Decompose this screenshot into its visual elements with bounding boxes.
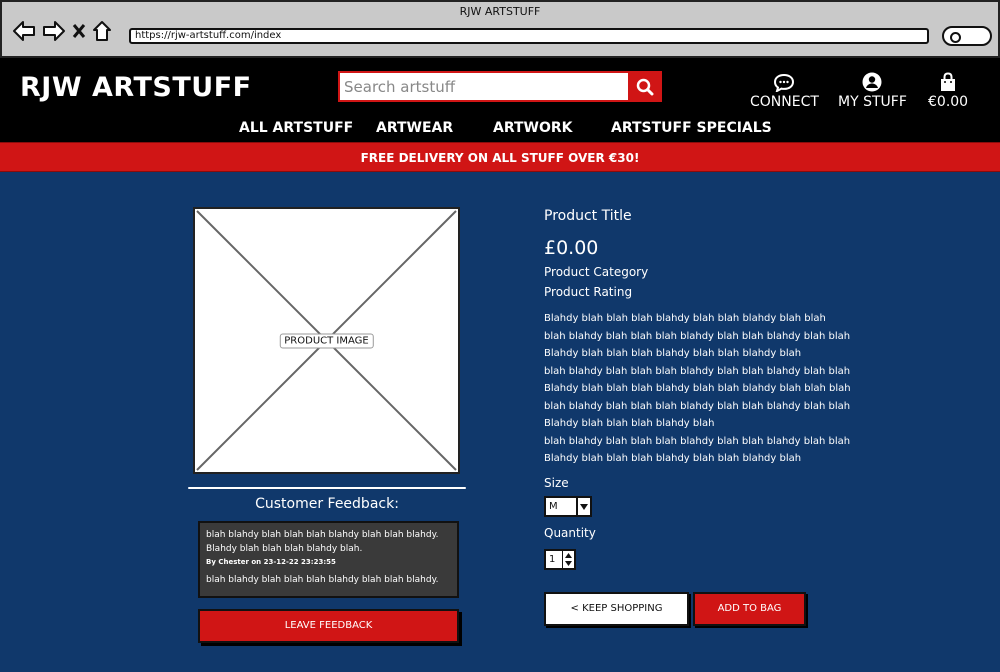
size-select[interactable]: M	[544, 496, 592, 517]
add-to-bag-button[interactable]: ADD TO BAG	[693, 592, 806, 626]
description-line: Blahdy blah blah blah blahdy blah blah b…	[544, 313, 826, 324]
search-icon	[636, 78, 654, 95]
search-input[interactable]	[344, 76, 624, 98]
site-logo[interactable]: RJW ARTSTUFF	[20, 72, 252, 103]
description-line: Blahdy blah blah blah blahdy blah blah b…	[544, 383, 851, 394]
description-line: blah blahdy blah blah blah blahdy blah b…	[544, 330, 851, 342]
quantity-label: Quantity	[544, 526, 596, 540]
nav-item-artwork[interactable]: ARTWORK	[493, 120, 573, 136]
chat-bubble-icon	[774, 74, 795, 92]
delivery-banner: FREE DELIVERY ON ALL STUFF OVER €30!	[0, 142, 1000, 172]
quantity-value: 1	[549, 554, 556, 565]
close-icon[interactable]	[72, 21, 86, 41]
nav-item-all-artstuff[interactable]: ALL ARTSTUFF	[239, 120, 353, 136]
bag-link[interactable]: €0.00	[928, 72, 968, 110]
address-bar[interactable]: https://rjw-artstuff.com/index	[129, 28, 929, 44]
bag-total: €0.00	[928, 94, 969, 110]
search-button[interactable]	[628, 71, 662, 102]
user-icon	[862, 72, 882, 92]
nav-item-artstuff-specials[interactable]: ARTSTUFF SPECIALS	[611, 120, 772, 136]
back-arrow-icon[interactable]	[12, 19, 36, 43]
description-line: Blahdy blah blah blah blahdy blah	[544, 418, 715, 429]
browser-nav-buttons	[12, 19, 112, 43]
stepper-arrows-icon[interactable]	[562, 551, 574, 568]
description-line: blah blahdy blah blah blah blahdy blah b…	[544, 365, 851, 377]
connect-link[interactable]: CONNECT	[750, 72, 819, 110]
description-line: blah blahdy blah blah blah blahdy blah b…	[544, 400, 851, 412]
product-title: Product Title	[544, 208, 632, 224]
description-line: blah blahdy blah blah blah blahdy blah b…	[544, 435, 851, 447]
feedback-text: blah blahdy blah blah blah blahdy blah b…	[206, 575, 439, 585]
product-image: PRODUCT IMAGE	[193, 207, 460, 474]
product-category: Product Category	[544, 265, 649, 279]
nav-item-artwear[interactable]: ARTWEAR	[376, 120, 453, 136]
my-stuff-link[interactable]: MY STUFF	[838, 72, 907, 110]
keep-shopping-button[interactable]: < KEEP SHOPPING	[544, 592, 689, 626]
main-nav: ALL ARTSTUFF ARTWEAR ARTWORK ARTSTUFF SP…	[0, 120, 1000, 140]
quantity-stepper[interactable]: 1	[544, 549, 576, 570]
leave-feedback-button[interactable]: LEAVE FEEDBACK	[198, 609, 459, 643]
product-rating: Product Rating	[544, 285, 633, 299]
description-line: Blahdy blah blah blah blahdy blah blah b…	[544, 348, 802, 359]
my-stuff-label: MY STUFF	[838, 94, 907, 110]
size-label: Size	[544, 476, 569, 490]
connect-label: CONNECT	[750, 94, 819, 110]
size-value: M	[549, 501, 558, 512]
window-title: RJW ARTSTUFF	[459, 5, 541, 18]
feedback-text: Blahdy blah blah blah blahdy blah.	[206, 544, 363, 554]
shopping-bag-icon	[941, 72, 956, 91]
home-icon[interactable]	[92, 20, 112, 42]
search-bar	[338, 71, 662, 102]
browser-search-icon[interactable]	[942, 26, 992, 46]
chevron-down-icon[interactable]	[576, 498, 590, 515]
feedback-divider	[188, 487, 466, 489]
feedback-title: Customer Feedback:	[255, 496, 399, 512]
feedback-byline: By Chester on 23-12-22 23:23:55	[206, 558, 336, 566]
browser-chrome: RJW ARTSTUFF https://rjw-artstuff.com/in…	[0, 0, 1000, 58]
product-image-label: PRODUCT IMAGE	[279, 333, 374, 348]
forward-arrow-icon[interactable]	[42, 19, 66, 43]
feedback-text: blah blahdy blah blah blah blahdy blah b…	[206, 530, 439, 540]
feedback-box: blah blahdy blah blah blah blahdy blah b…	[198, 521, 459, 598]
product-price: £0.00	[544, 237, 599, 259]
site-header: RJW ARTSTUFF CONNECT MY STUFF €0.00 ALL …	[0, 58, 1000, 142]
description-line: Blahdy blah blah blah blahdy blah blah b…	[544, 453, 802, 464]
product-description: Blahdy blah blah blah blahdy blah blah b…	[544, 310, 851, 468]
